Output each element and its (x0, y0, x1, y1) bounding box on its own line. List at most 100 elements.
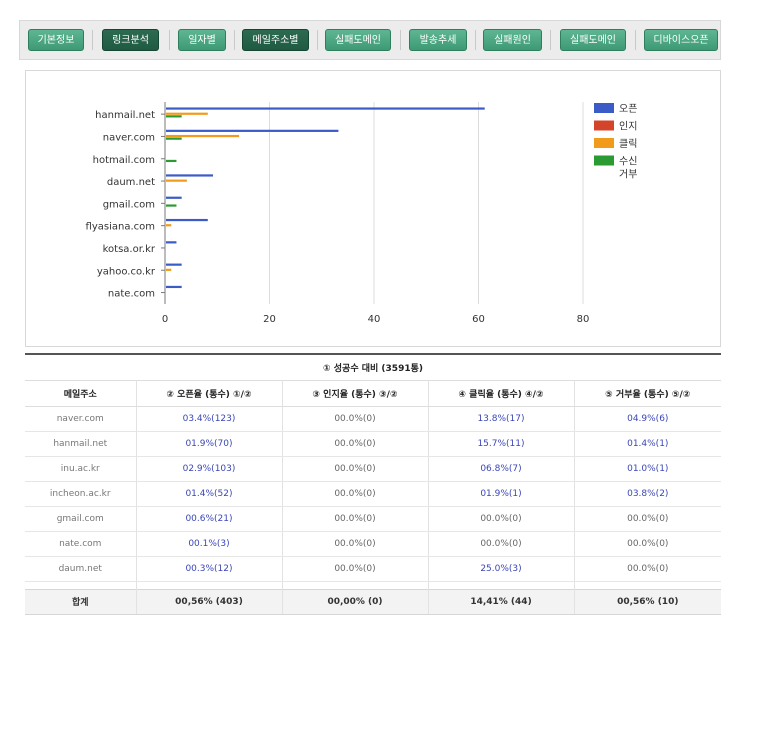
cell-mail-address: hanmail.net (25, 431, 137, 457)
tab-divider (317, 30, 318, 50)
tab-divider (92, 30, 93, 50)
cell-open-rate: 03.4%(123) (136, 406, 283, 432)
cell-click-rate: 13.8%(17) (428, 406, 575, 432)
cell-recognize-rate: 00.0%(0) (282, 406, 429, 432)
cell-recognize-rate: 00.0%(0) (282, 431, 429, 457)
cell-reject-rate: 00.0%(0) (574, 506, 722, 532)
cell-click-rate: 25.0%(3) (428, 556, 575, 582)
cell-click-rate: 15.7%(11) (428, 431, 575, 457)
tab-link-analysis[interactable]: 링크분석 (102, 29, 159, 51)
bar (166, 134, 240, 138)
table-header-row: 메일주소 ② 오픈율 (통수) ①/② ③ 인지율 (통수) ③/② ④ 클릭율… (25, 379, 722, 407)
legend-label: 인지 (619, 121, 637, 133)
table-spacer-row (25, 581, 721, 589)
cell-click-rate: 00.0%(0) (428, 531, 575, 557)
y-category-label: naver.com (103, 132, 155, 143)
cell-reject-rate: 03.8%(2) (574, 481, 722, 507)
y-category-label: nate.com (108, 289, 155, 300)
table-row: incheon.ac.kr 01.4%(52) 00.0%(0) 01.9%(1… (25, 481, 722, 507)
tab-failure-cause[interactable]: 실패원인 (483, 29, 542, 51)
table-row: hanmail.net 01.9%(70) 00.0%(0) 15.7%(11)… (25, 431, 722, 457)
cell-mail-address: incheon.ac.kr (25, 481, 137, 507)
legend-label: 클릭 (619, 138, 637, 150)
cell-mail-address: inu.ac.kr (25, 456, 137, 482)
col-header-open-rate: ② 오픈율 (통수) ①/② (136, 379, 283, 407)
tab-divider (635, 30, 636, 50)
cell-open-rate: 01.4%(52) (136, 481, 283, 507)
tab-failed-domain[interactable]: 실패도메인 (325, 29, 391, 51)
tab-divider (400, 30, 401, 50)
table-row: gmail.com 00.6%(21) 00.0%(0) 00.0%(0) 00… (25, 506, 722, 532)
col-header-click-rate: ④ 클릭율 (통수) ④/② (428, 379, 575, 407)
tab-by-mail-address[interactable]: 메일주소별 (242, 29, 309, 51)
y-category-label: hanmail.net (95, 110, 155, 121)
y-category-label: hotmail.com (93, 155, 155, 166)
report-tab-bar: 기본정보 링크분석 일자별 메일주소별 실패도메인 발송추세 실패원인 실패도메… (19, 20, 721, 60)
x-tick-label: 80 (577, 314, 590, 325)
table-caption: ① 성공수 대비 (3591통) (25, 353, 722, 380)
bar (166, 107, 485, 110)
cell-reject-rate: 00.0%(0) (574, 556, 722, 582)
tab-divider (475, 30, 476, 50)
cell-reject-rate: 01.0%(1) (574, 456, 722, 482)
bar (166, 115, 182, 118)
cell-open-rate: 02.9%(103) (136, 456, 283, 482)
table-row: daum.net 00.3%(12) 00.0%(0) 25.0%(3) 00.… (25, 556, 722, 582)
mail-domain-bar-chart: 0 20 40 60 80 hanmail.net naver.com hotmail.com… (25, 70, 721, 347)
y-category-label: daum.net (107, 177, 155, 188)
bar (166, 159, 177, 163)
cell-open-rate: 00.6%(21) (136, 506, 283, 532)
cell-reject-rate: 01.4%(1) (574, 431, 722, 457)
cell-click-rate: 01.9%(1) (428, 481, 575, 507)
legend-swatch (594, 138, 614, 148)
cell-recognize-rate: 00.0%(0) (282, 506, 429, 532)
table-total-row: 합계 00,56% (403) 00,00% (0) 14,41% (44) 0… (25, 588, 722, 615)
bar (166, 179, 187, 182)
table-row: inu.ac.kr 02.9%(103) 00.0%(0) 06.8%(7) 0… (25, 456, 722, 482)
cell-open-rate: 00.3%(12) (136, 556, 283, 582)
tab-device-open[interactable]: 디바이스오픈 (644, 29, 718, 51)
bar (166, 263, 182, 266)
cell-mail-address: daum.net (25, 556, 137, 582)
y-category-label: flyasiana.com (86, 222, 155, 233)
cell-recognize-rate: 00.0%(0) (282, 456, 429, 482)
bar (166, 137, 182, 140)
legend-label: 거부 (619, 169, 637, 181)
legend-swatch (594, 120, 614, 131)
bar (166, 174, 214, 177)
cell-reject-rate: 00.0%(0) (574, 531, 722, 557)
cell-mail-address: naver.com (25, 406, 137, 432)
y-category-label: gmail.com (103, 199, 155, 210)
bar (166, 112, 208, 115)
cell-click-rate: 00.0%(0) (428, 506, 575, 532)
total-recognize-rate: 00,00% (0) (282, 588, 429, 615)
tab-failed-domain-2[interactable]: 실패도메인 (560, 29, 626, 51)
total-click-rate: 14,41% (44) (428, 588, 575, 615)
table-row: naver.com 03.4%(123) 00.0%(0) 13.8%(17) … (25, 406, 722, 432)
tab-divider (169, 30, 170, 50)
total-reject-rate: 00,56% (10) (574, 588, 722, 615)
x-tick-label: 60 (472, 314, 485, 325)
x-tick-label: 0 (162, 314, 168, 325)
total-label: 합계 (25, 588, 137, 615)
tab-basic-info[interactable]: 기본정보 (28, 29, 84, 51)
bar (166, 241, 177, 244)
chart-svg: 0 20 40 60 80 hanmail.net naver.com hotmail.com… (86, 102, 637, 325)
tab-send-trend[interactable]: 발송추세 (409, 29, 467, 51)
cell-mail-address: nate.com (25, 531, 137, 557)
total-open-rate: 00,56% (403) (136, 588, 283, 615)
stats-table-container: ① 성공수 대비 (3591통) 메일주소 ② 오픈율 (통수) ①/② ③ 인… (25, 353, 722, 615)
tab-by-date[interactable]: 일자별 (178, 29, 226, 51)
bar (166, 224, 172, 227)
bar (166, 285, 182, 289)
cell-recognize-rate: 00.0%(0) (282, 556, 429, 582)
cell-recognize-rate: 00.0%(0) (282, 481, 429, 507)
bar (166, 218, 208, 222)
table-row: nate.com 00.1%(3) 00.0%(0) 00.0%(0) 00.0… (25, 531, 722, 557)
legend-label: 수신 (619, 156, 637, 168)
cell-click-rate: 06.8%(7) (428, 456, 575, 482)
legend-swatch (594, 103, 614, 113)
cell-recognize-rate: 00.0%(0) (282, 531, 429, 557)
col-header-mail-address: 메일주소 (25, 379, 137, 407)
y-category-label: kotsa.or.kr (103, 244, 156, 255)
